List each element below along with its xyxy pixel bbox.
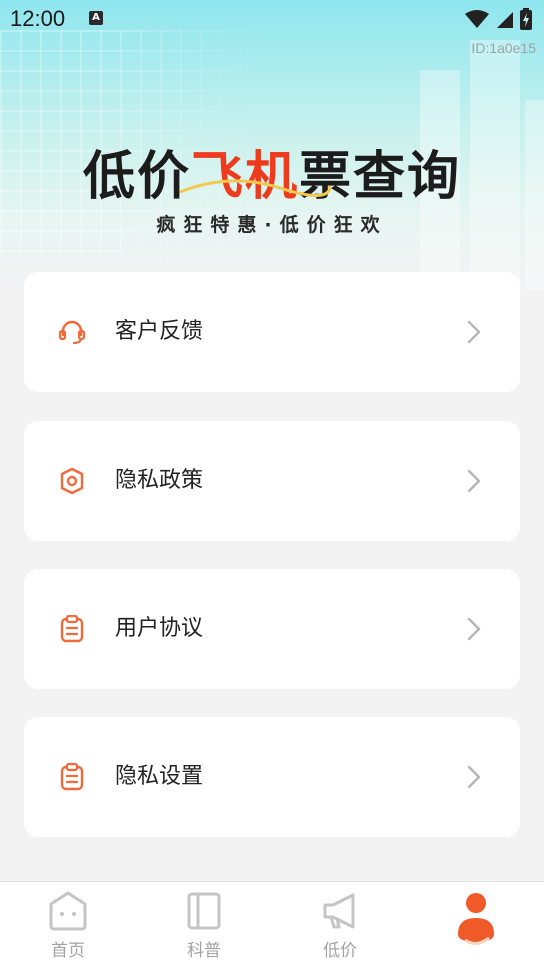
book-icon: [187, 892, 221, 930]
banner-subtitle: 疯狂特惠·低价狂欢: [156, 214, 388, 236]
megaphone-icon: [323, 893, 355, 929]
menu-item-label: 客户反馈: [115, 319, 204, 344]
device-id: ID:1a0e15: [471, 40, 536, 56]
chevron-right-icon: [467, 765, 481, 789]
profile-icon: [458, 893, 494, 945]
chevron-right-icon: [467, 469, 481, 493]
banner-swoosh-decoration: [179, 179, 332, 197]
status-bar: 12:00 A: [0, 0, 544, 36]
notification-badge: A: [89, 11, 103, 25]
bottom-tab-bar: 首页 科普 低价: [0, 881, 544, 969]
clipboard-icon: [60, 763, 84, 791]
home-icon: [49, 891, 87, 931]
menu-item-label: 隐私政策: [115, 468, 204, 493]
headset-icon: [58, 320, 86, 345]
battery-icon: [520, 8, 532, 30]
chevron-right-icon: [467, 617, 481, 641]
menu-item-label: 用户协议: [115, 616, 204, 641]
menu-item-label: 隐私设置: [115, 764, 204, 789]
tab-profile[interactable]: [408, 882, 544, 969]
status-time: 12:00: [10, 6, 66, 31]
tab-science[interactable]: 科普: [136, 882, 272, 969]
wifi-icon: [464, 10, 489, 28]
tab-label: 低价: [323, 941, 357, 961]
status-icons: [464, 8, 532, 30]
tab-low-price[interactable]: 低价: [272, 882, 408, 969]
menu-item-user-agreement[interactable]: 用户协议: [24, 569, 520, 689]
tab-label: 首页: [51, 941, 85, 961]
menu-item-feedback[interactable]: 客户反馈: [24, 272, 520, 392]
tab-label: 科普: [187, 941, 221, 961]
chevron-right-icon: [467, 320, 481, 344]
clipboard-icon: [60, 615, 84, 643]
menu-item-privacy-policy[interactable]: 隐私政策: [24, 421, 520, 541]
tab-home[interactable]: 首页: [0, 882, 136, 969]
signal-icon: [496, 12, 513, 28]
menu-item-privacy-settings[interactable]: 隐私设置: [24, 717, 520, 837]
privacy-eye-icon: [60, 467, 84, 495]
